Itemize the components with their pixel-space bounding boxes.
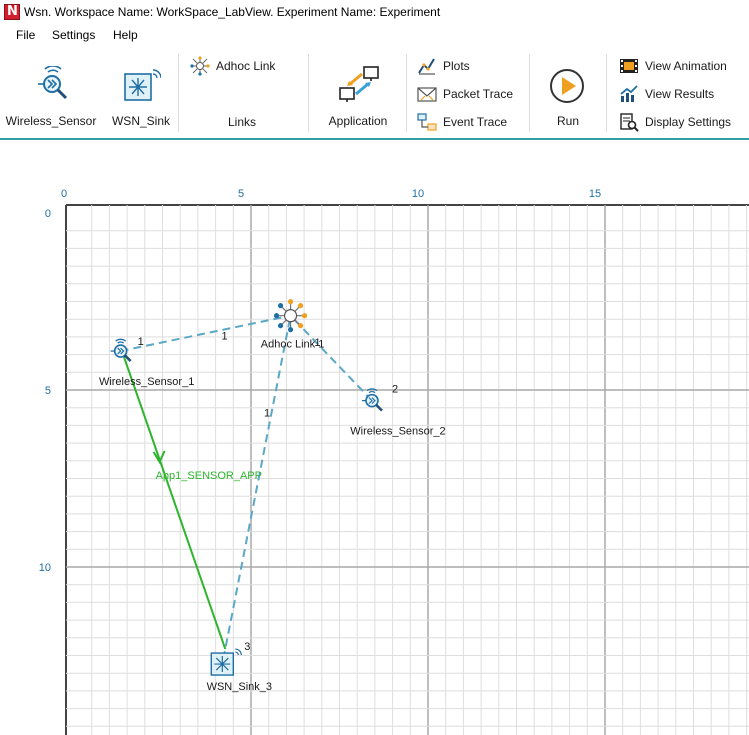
x-tick-label: 15 (589, 188, 601, 200)
view-animation-label: View Animation (645, 59, 727, 73)
adhoc-link-icon (190, 56, 210, 76)
application-flow-line[interactable] (121, 352, 227, 650)
x-tick-label: 5 (238, 188, 244, 200)
packet-trace-icon (417, 87, 437, 102)
x-tick-label: 10 (412, 188, 424, 200)
link-label: 1 (222, 331, 228, 343)
node-number: 1 (138, 336, 144, 348)
application-label: Application (328, 114, 388, 128)
network-canvas[interactable]: 0 5 10 15 0 5 10 1 1 1 App1_SENSOR_APP Wireless_… (0, 140, 749, 735)
event-trace-button[interactable]: Event Trace (417, 112, 527, 132)
node-number: 3 (244, 641, 250, 653)
node-label: Wireless_Sensor_2 (350, 426, 445, 438)
plots-icon (418, 58, 435, 75)
view-animation-button[interactable]: View Animation (619, 56, 747, 76)
plots-button[interactable]: Plots (417, 56, 527, 76)
adhoc-link-button[interactable]: Adhoc Link (190, 56, 290, 76)
y-tick-label: 10 (39, 562, 51, 574)
y-tick-label: 0 (45, 208, 51, 220)
y-tick-label: 5 (45, 385, 51, 397)
view-results-label: View Results (645, 87, 715, 101)
ribbon-divider (178, 54, 179, 132)
application-button[interactable]: Application (318, 48, 398, 134)
wsn-sink-button[interactable]: WSN_Sink (104, 48, 178, 134)
film-icon (620, 59, 638, 73)
application-label: App1_SENSOR_APP (156, 470, 262, 482)
adhoc-link-icon (273, 299, 308, 333)
packet-trace-label: Packet Trace (443, 87, 514, 101)
network-grid[interactable]: 0 5 10 15 0 5 10 1 1 1 App1_SENSOR_APP Wireless_… (0, 140, 749, 735)
links-layer: 1 1 1 (120, 314, 373, 660)
menu-bar: File Settings Help (0, 26, 749, 46)
title-bar: N Wsn. Workspace Name: WorkSpace_LabView… (0, 0, 749, 24)
menu-help[interactable]: Help (113, 28, 138, 42)
application-icon (339, 66, 379, 102)
adhoc-link-label: Adhoc Link (216, 59, 276, 73)
wireless-sensor-button[interactable]: Wireless_Sensor (4, 48, 98, 134)
ribbon-divider (529, 54, 530, 132)
display-settings-label: Display Settings (645, 115, 732, 129)
wireless-sensor-icon (38, 66, 68, 100)
node-number: 2 (392, 384, 398, 396)
ribbon-divider (406, 54, 407, 132)
event-trace-icon (417, 113, 437, 131)
sensor-node[interactable]: Wireless_Sensor_2 2 (350, 384, 445, 438)
ribbon-divider (606, 54, 607, 132)
window-title: Wsn. Workspace Name: WorkSpace_LabView. … (24, 5, 441, 19)
view-results-button[interactable]: View Results (619, 84, 747, 104)
node-label: WSN_Sink_3 (207, 681, 272, 693)
event-trace-label: Event Trace (443, 115, 508, 129)
wireless-sensor-label: Wireless_Sensor (5, 114, 97, 128)
adhoc-link-node[interactable]: Adhoc Link 1 (261, 299, 325, 351)
plots-label: Plots (443, 59, 470, 73)
run-label: Run (556, 114, 579, 128)
results-chart-icon (620, 85, 638, 102)
adhoc-link-line[interactable] (289, 314, 373, 402)
packet-trace-button[interactable]: Packet Trace (417, 84, 527, 104)
links-group-label: Links (227, 115, 256, 129)
link-label: 1 (264, 408, 270, 420)
x-tick-label: 0 (61, 188, 67, 200)
sink-node[interactable]: WSN_Sink_3 3 (207, 641, 272, 693)
display-settings-button[interactable]: Display Settings (619, 112, 747, 132)
display-settings-icon (620, 113, 639, 132)
wsn-sink-icon (124, 69, 161, 101)
ribbon-divider (308, 54, 309, 132)
application-flow-layer: App1_SENSOR_APP (121, 352, 262, 650)
run-icon (550, 69, 584, 103)
wsn-sink-label: WSN_Sink (111, 114, 170, 128)
node-label: Adhoc Link 1 (261, 339, 325, 351)
run-button[interactable]: Run (538, 48, 598, 134)
menu-settings[interactable]: Settings (52, 28, 95, 42)
netsim-logo-icon: N (4, 4, 20, 20)
menu-file[interactable]: File (16, 28, 35, 42)
wsn-sink-icon (210, 648, 242, 676)
node-label: Wireless_Sensor_1 (99, 376, 194, 388)
